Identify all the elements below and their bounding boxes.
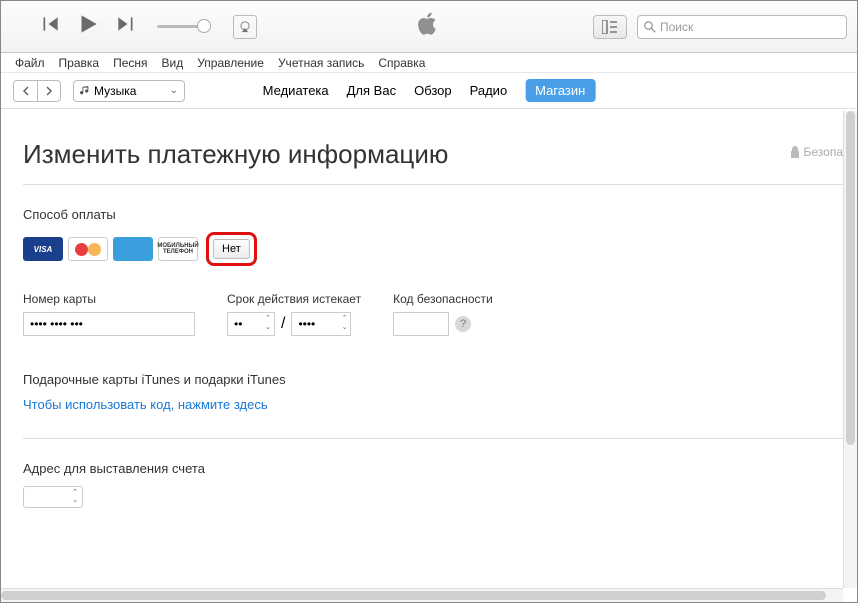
prev-track-button[interactable]	[41, 14, 61, 39]
card-number-input[interactable]: •••• •••• •••	[23, 312, 195, 336]
security-code-label: Код безопасности	[393, 292, 493, 306]
pay-option-mobile[interactable]: МОБИЛЬНЫЙ ТЕЛЕФОН	[158, 237, 198, 261]
payment-method-label: Способ оплаты	[23, 207, 843, 222]
expiry-label: Срок действия истекает	[227, 292, 361, 306]
tab-store[interactable]: Магазин	[525, 79, 595, 102]
horizontal-scrollbar[interactable]	[1, 588, 843, 602]
music-icon	[80, 86, 90, 96]
vertical-scrollbar[interactable]	[843, 111, 857, 588]
tab-library[interactable]: Медиатека	[263, 83, 329, 98]
navbar: Музыка Медиатека Для Вас Обзор Радио Маг…	[1, 73, 857, 109]
menu-account[interactable]: Учетная запись	[278, 56, 364, 70]
volume-slider[interactable]	[157, 25, 209, 28]
tab-radio[interactable]: Радио	[470, 83, 508, 98]
expiry-year-input[interactable]: ••••	[291, 312, 351, 336]
apple-logo	[418, 11, 440, 42]
menu-file[interactable]: Файл	[15, 56, 45, 70]
pay-option-mastercard[interactable]	[68, 237, 108, 261]
content-area: Изменить платежную информацию Безопа Спо…	[1, 111, 843, 588]
menu-controls[interactable]: Управление	[197, 56, 264, 70]
tab-browse[interactable]: Обзор	[414, 83, 452, 98]
tab-foryou[interactable]: Для Вас	[347, 83, 396, 98]
list-view-button[interactable]	[593, 15, 627, 39]
nav-forward-button[interactable]	[37, 80, 61, 102]
secure-badge: Безопа	[790, 145, 844, 159]
pay-option-visa[interactable]: VISA	[23, 237, 63, 261]
next-track-button[interactable]	[115, 14, 135, 39]
play-button[interactable]	[75, 11, 101, 42]
gift-cards-label: Подарочные карты iTunes и подарки iTunes	[23, 372, 843, 387]
search-input[interactable]: Поиск	[637, 15, 847, 39]
menu-song[interactable]: Песня	[113, 56, 147, 70]
pay-option-amex[interactable]	[113, 237, 153, 261]
security-code-input[interactable]	[393, 312, 449, 336]
page-title: Изменить платежную информацию	[23, 139, 843, 170]
redeem-code-link[interactable]: Чтобы использовать код, нажмите здесь	[23, 397, 843, 412]
pay-option-none-highlight: Нет	[206, 232, 257, 266]
expiry-separator: /	[281, 315, 285, 333]
billing-address-label: Адрес для выставления счета	[23, 461, 843, 476]
source-label: Музыка	[94, 84, 136, 98]
pay-option-none[interactable]: Нет	[213, 239, 250, 259]
lock-icon	[790, 146, 800, 158]
search-icon	[644, 21, 656, 33]
menubar: Файл Правка Песня Вид Управление Учетная…	[1, 53, 857, 73]
search-placeholder: Поиск	[660, 20, 693, 34]
expiry-month-input[interactable]: ••	[227, 312, 275, 336]
country-selector[interactable]	[23, 486, 83, 508]
source-selector[interactable]: Музыка	[73, 80, 185, 102]
help-icon[interactable]: ?	[455, 316, 471, 332]
menu-view[interactable]: Вид	[162, 56, 184, 70]
menu-help[interactable]: Справка	[378, 56, 425, 70]
titlebar: Поиск	[1, 1, 857, 53]
menu-edit[interactable]: Правка	[59, 56, 100, 70]
airplay-button[interactable]	[233, 15, 257, 39]
card-number-label: Номер карты	[23, 292, 195, 306]
nav-back-button[interactable]	[13, 80, 37, 102]
